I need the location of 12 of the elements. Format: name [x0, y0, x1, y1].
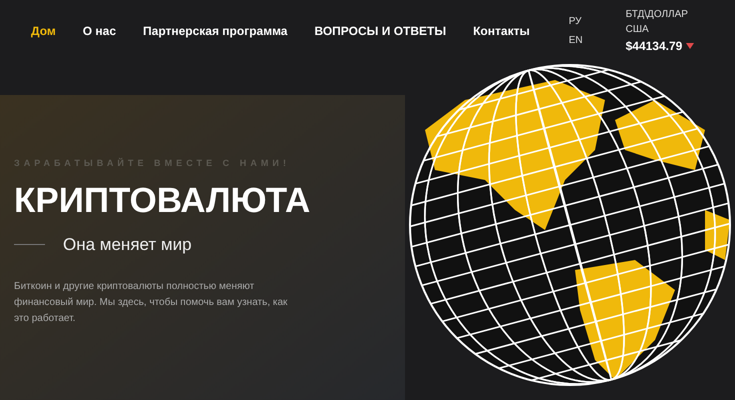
nav-link[interactable]: Партнерская программа [143, 22, 288, 40]
nav-link[interactable]: Контакты [473, 22, 530, 40]
nav-link[interactable]: Дом [31, 22, 56, 40]
nav-link[interactable]: ВОПРОСЫ И ОТВЕТЫ [314, 22, 446, 40]
nav-link[interactable]: О нас [82, 22, 116, 40]
language-link[interactable]: EN [568, 33, 583, 48]
language-link[interactable]: РУ [568, 14, 583, 29]
hero-title: КРИПТОВАЛЮТА [14, 182, 312, 218]
ticker-label: БТД\ДОЛЛАР США [626, 8, 689, 37]
price-text: $44134.79 [626, 38, 682, 55]
hero-description: Биткоин и другие криптовалюты полностью меняют финансовый мир. Мы здесь, чтобы помочь вам узнать, как это работает. [14, 280, 288, 326]
hero-subtitle: Она меняет мир [63, 234, 192, 256]
